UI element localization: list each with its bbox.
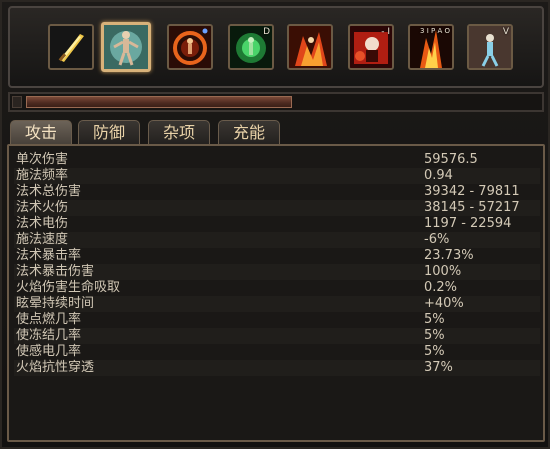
slider-end-cap <box>12 96 22 108</box>
stat-value: 5% <box>424 344 445 359</box>
sword-skill-icon <box>50 26 92 68</box>
fire-ring-skill-icon <box>169 26 211 68</box>
stat-row: 施法频率 0.94 <box>14 168 540 184</box>
stat-value: 38145 - 57217 <box>424 200 520 215</box>
stat-row: 法术火伤 38145 - 57217 <box>14 200 540 216</box>
slider-thumb[interactable] <box>26 96 292 108</box>
tab-misc[interactable]: 杂项 <box>148 120 210 144</box>
skill-hotkey: D <box>263 27 270 37</box>
scroll-slider[interactable] <box>8 92 544 112</box>
skill-slot-7[interactable]: 3 I P A O <box>408 24 454 70</box>
stat-value: 5% <box>424 328 445 343</box>
stat-value: -6% <box>424 232 450 247</box>
stat-value: 39342 - 79811 <box>424 184 520 199</box>
skill-bar: D - I 3 I P A O V <box>8 6 544 88</box>
stat-value: 5% <box>424 312 445 327</box>
stat-row: 使点燃几率 5% <box>14 312 540 328</box>
stat-value: 0.94 <box>424 168 453 183</box>
skill-hotkey: - I <box>381 27 390 37</box>
stat-label: 使感电几率 <box>16 344 82 359</box>
character-portrait-icon <box>104 25 148 69</box>
character-stats-window: D - I 3 I P A O V 攻击 防御 杂项 充能 单次伤害 59576… <box>0 0 550 449</box>
stat-row: 法术暴击伤害 100% <box>14 264 540 280</box>
tab-defense[interactable]: 防御 <box>78 120 140 144</box>
stat-value: 23.73% <box>424 248 474 263</box>
stat-value: 59576.5 <box>424 152 478 167</box>
stat-row: 法术暴击率 23.73% <box>14 248 540 264</box>
skill-hotkey: 3 I P A O <box>420 27 450 35</box>
skill-slot-8[interactable]: V <box>467 24 513 70</box>
stat-row: 火焰抗性穿透 37% <box>14 360 540 376</box>
stat-label: 法术电伤 <box>16 216 69 231</box>
stat-label: 眩晕持续时间 <box>16 296 95 311</box>
stat-label: 法术火伤 <box>16 200 69 215</box>
stat-value: 100% <box>424 264 462 279</box>
stat-row: 使感电几率 5% <box>14 344 540 360</box>
stat-label: 火焰抗性穿透 <box>16 360 95 375</box>
stat-value: 37% <box>424 360 453 375</box>
stat-label: 使点燃几率 <box>16 312 82 327</box>
stat-value: 0.2% <box>424 280 458 295</box>
stat-row: 使冻结几率 5% <box>14 328 540 344</box>
skill-slot-4[interactable]: D <box>228 24 274 70</box>
skill-hotkey: V <box>502 27 509 37</box>
stat-label: 法术暴击伤害 <box>16 264 95 279</box>
stat-row: 火焰伤害生命吸取 0.2% <box>14 280 540 296</box>
stat-row: 施法速度 -6% <box>14 232 540 248</box>
stat-row: 单次伤害 59576.5 <box>14 152 540 168</box>
stat-label: 施法速度 <box>16 232 69 247</box>
skill-slot-5[interactable] <box>287 24 333 70</box>
stat-label: 火焰伤害生命吸取 <box>16 280 121 295</box>
skill-slot-3[interactable] <box>167 24 213 70</box>
stat-value: +40% <box>424 296 464 311</box>
stat-label: 法术总伤害 <box>16 184 82 199</box>
stat-value: 1197 - 22594 <box>424 216 512 231</box>
stat-label: 使冻结几率 <box>16 328 82 343</box>
tab-attack[interactable]: 攻击 <box>10 120 72 144</box>
tab-charge[interactable]: 充能 <box>218 120 280 144</box>
skill-slot-1[interactable] <box>48 24 94 70</box>
flame-warrior-skill-icon <box>289 26 331 68</box>
stat-row: 眩晕持续时间 +40% <box>14 296 540 312</box>
stat-label: 单次伤害 <box>16 152 69 167</box>
stat-row: 法术电伤 1197 - 22594 <box>14 216 540 232</box>
skill-slot-2[interactable] <box>101 22 151 72</box>
skill-slot-6[interactable]: - I <box>348 24 394 70</box>
stat-label: 施法频率 <box>16 168 69 183</box>
stat-label: 法术暴击率 <box>16 248 82 263</box>
stat-row: 法术总伤害 39342 - 79811 <box>14 184 540 200</box>
stats-panel: 单次伤害 59576.5 施法频率 0.94 法术总伤害 39342 - 79811 … <box>7 144 545 442</box>
